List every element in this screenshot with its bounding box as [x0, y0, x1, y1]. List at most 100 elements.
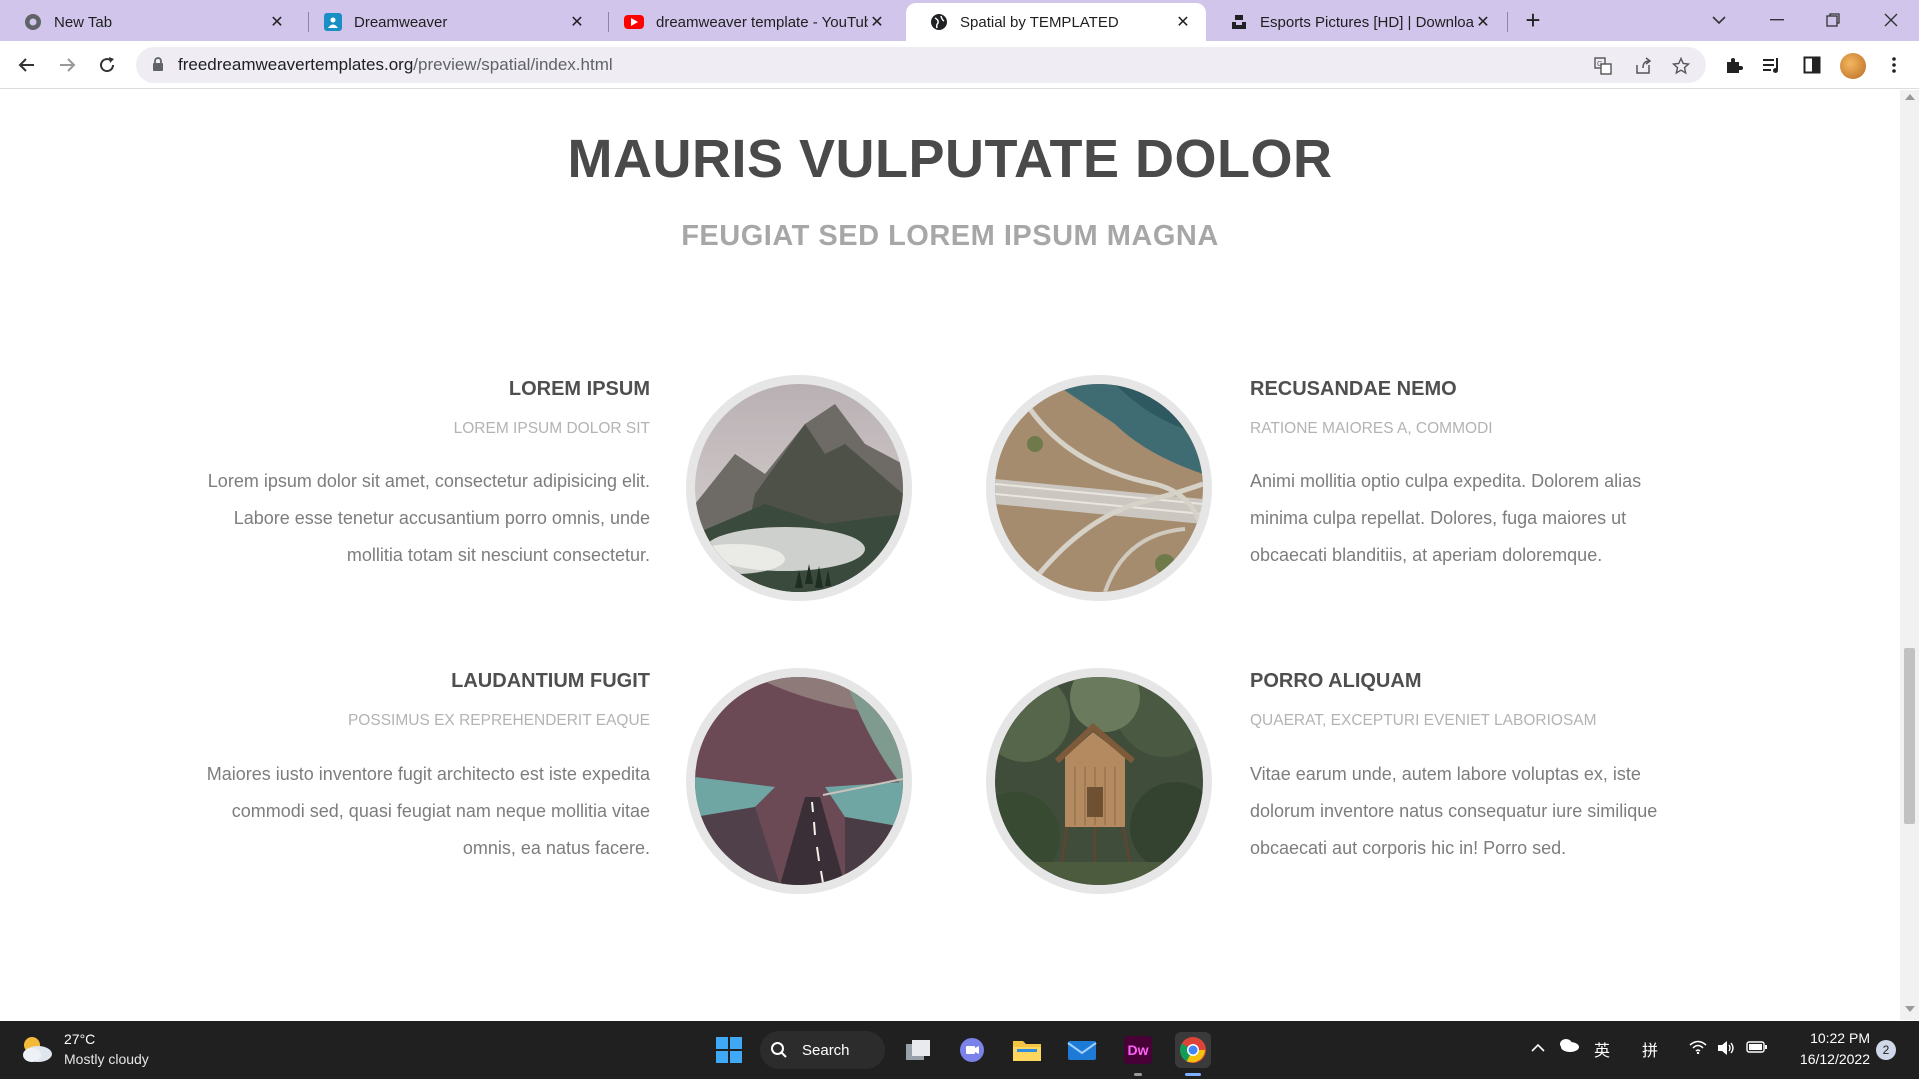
web-page: MAURIS VULPUTATE DOLOR FEUGIAT SED LOREM…: [0, 90, 1900, 1020]
extensions-icon[interactable]: [1722, 53, 1746, 77]
youtube-icon: [624, 15, 644, 29]
feature-body: Lorem ipsum dolor sit amet, consectetur …: [207, 471, 650, 565]
restore-button[interactable]: [1804, 0, 1862, 40]
dreamweaver-app-icon[interactable]: Dw: [1120, 1032, 1156, 1068]
close-icon[interactable]: ✕: [568, 12, 586, 32]
translate-icon[interactable]: G: [1592, 55, 1614, 77]
weather-cloudy-icon[interactable]: [20, 1034, 54, 1069]
search-label: Search: [802, 1041, 850, 1059]
media-control-icon[interactable]: [1760, 53, 1784, 77]
browser-toolbar: freedreamweavertemplates.org/preview/spa…: [0, 41, 1919, 89]
feature-title: LAUDANTIUM FUGIT: [451, 670, 650, 692]
unsplash-icon: [1230, 13, 1248, 31]
tab-spatial[interactable]: Spatial by TEMPLATED ✕: [906, 3, 1206, 41]
close-icon[interactable]: ✕: [1174, 12, 1192, 32]
tab-label: New Tab: [54, 13, 113, 31]
taskbar-search[interactable]: Search: [760, 1031, 885, 1069]
mail-icon[interactable]: [1064, 1032, 1100, 1068]
feature-image-frame: [986, 375, 1212, 601]
feature-title: LOREM IPSUM: [508, 378, 650, 400]
scroll-down-arrow-icon[interactable]: [1905, 1006, 1915, 1012]
url-text[interactable]: freedreamweavertemplates.org/preview/spa…: [178, 55, 613, 75]
tab-search-button[interactable]: [1690, 0, 1748, 40]
back-button[interactable]: [10, 48, 44, 82]
weather-temperature[interactable]: 27°C: [64, 1031, 95, 1047]
feature-subtitle: POSSIMUS EX REPREHENDERIT EAQUE: [347, 712, 650, 729]
teams-chat-icon[interactable]: [954, 1032, 990, 1068]
tab-separator: [1507, 12, 1508, 32]
bookmark-star-icon[interactable]: [1670, 55, 1692, 77]
file-explorer-icon[interactable]: [1009, 1032, 1045, 1068]
notification-badge[interactable]: 2: [1876, 1040, 1896, 1060]
chevron-down-icon: [1712, 16, 1726, 25]
battery-icon[interactable]: [1746, 1040, 1768, 1059]
scroll-up-arrow-icon[interactable]: [1905, 94, 1915, 100]
feature-title: RECUSANDAE NEMO: [1250, 378, 1457, 400]
chrome-app-icon[interactable]: [1175, 1032, 1211, 1068]
tab-label: Esports Pictures [HD] | Download: [1260, 13, 1474, 31]
tab-youtube[interactable]: dreamweaver template - YouTube ✕: [600, 3, 900, 41]
clock-date[interactable]: 16/12/2022: [1780, 1051, 1870, 1067]
feature-image-frame: [686, 668, 912, 894]
arrow-right-icon: [60, 58, 76, 72]
feature-title: PORRO ALIQUAM: [1250, 670, 1422, 692]
weather-condition[interactable]: Mostly cloudy: [64, 1051, 149, 1067]
minimize-button[interactable]: [1748, 0, 1806, 40]
tab-strip: New Tab ✕ Dreamweaver ✕ dreamweaver temp…: [0, 0, 1919, 41]
feature-subtitle: RATIONE MAIORES A, COMMODI: [1250, 420, 1493, 437]
tab-dreamweaver[interactable]: Dreamweaver ✕: [300, 3, 600, 41]
ime-language[interactable]: 英: [1594, 1037, 1610, 1061]
highway-interchange-photo: [995, 384, 1203, 592]
lock-icon[interactable]: [152, 57, 164, 77]
side-panel-icon[interactable]: [1800, 53, 1824, 77]
close-icon[interactable]: ✕: [1474, 12, 1492, 32]
volume-icon[interactable]: [1717, 1040, 1735, 1061]
menu-kebab-icon[interactable]: [1882, 53, 1906, 77]
tab-new-tab[interactable]: New Tab ✕: [0, 3, 300, 41]
profile-avatar[interactable]: [1840, 53, 1866, 79]
contacts-icon: [324, 13, 342, 31]
page-subtitle: FEUGIAT SED LOREM IPSUM MAGNA: [681, 220, 1219, 252]
page-scrollbar[interactable]: [1900, 90, 1919, 1020]
new-tab-button[interactable]: +: [1518, 6, 1548, 36]
tab-label: Spatial by TEMPLATED: [960, 13, 1119, 31]
running-indicator: [1134, 1073, 1142, 1076]
clock-time[interactable]: 10:22 PM: [1790, 1030, 1870, 1046]
svg-text:G: G: [1597, 61, 1602, 68]
close-icon[interactable]: ✕: [268, 12, 286, 32]
close-window-button[interactable]: [1862, 0, 1919, 40]
globe-icon: [930, 13, 948, 31]
feature-image-frame: [986, 668, 1212, 894]
start-button[interactable]: [711, 1032, 747, 1068]
feature-subtitle: QUAERAT, EXCEPTURI EVENIET LABORIOSAM: [1250, 712, 1597, 729]
feature-image-frame: [686, 375, 912, 601]
reload-button[interactable]: [90, 48, 124, 82]
ime-mode[interactable]: 拼: [1642, 1037, 1658, 1061]
url-host: freedreamweavertemplates.org: [178, 55, 414, 74]
scroll-thumb[interactable]: [1904, 648, 1915, 824]
page-title: MAURIS VULPUTATE DOLOR: [567, 129, 1333, 189]
tab-label: dreamweaver template - YouTube: [656, 13, 868, 31]
onedrive-icon[interactable]: [1558, 1038, 1580, 1057]
search-icon: [770, 1041, 788, 1063]
coastal-road-photo: [695, 677, 903, 885]
task-view-icon[interactable]: [900, 1032, 936, 1068]
forward-button[interactable]: [50, 48, 84, 82]
active-indicator: [1185, 1073, 1201, 1076]
chevron-up-icon[interactable]: [1530, 1040, 1546, 1058]
wifi-icon[interactable]: [1689, 1040, 1707, 1059]
tab-esports[interactable]: Esports Pictures [HD] | Download ✕: [1206, 3, 1506, 41]
address-bar[interactable]: freedreamweavertemplates.org/preview/spa…: [136, 47, 1706, 83]
reload-icon: [100, 57, 115, 73]
feature-body: Maiores iusto inventore fugit architecto…: [206, 764, 650, 858]
arrow-left-icon: [18, 58, 34, 72]
windows-logo-icon: [716, 1037, 742, 1063]
url-path: /preview/spatial/index.html: [413, 55, 613, 74]
windows-taskbar: 27°C Mostly cloudy Search Dw 英 拼 10:22 P…: [0, 1021, 1919, 1079]
dreamweaver-logo: Dw: [1124, 1036, 1152, 1064]
share-icon[interactable]: [1632, 55, 1654, 77]
feature-body: Animi mollitia optio culpa expedita. Dol…: [1250, 471, 1642, 565]
forest-cabin-photo: [995, 677, 1203, 885]
close-icon[interactable]: ✕: [868, 12, 886, 32]
feature-subtitle: LOREM IPSUM DOLOR SIT: [453, 420, 650, 437]
